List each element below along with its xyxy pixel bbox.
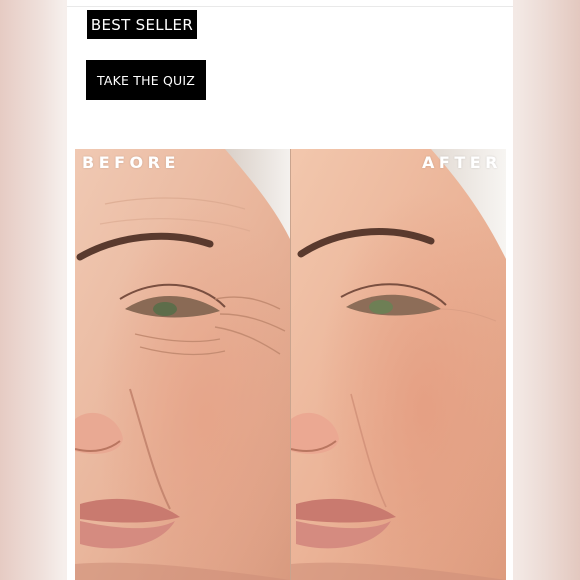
product-card: BEST SELLER TAKE THE QUIZ BEFORE AFTER [67,0,513,580]
after-photo: AFTER [291,149,506,580]
take-the-quiz-button[interactable]: TAKE THE QUIZ [86,60,206,100]
after-label: AFTER [422,153,502,172]
before-label: BEFORE [82,153,180,172]
best-seller-badge: BEST SELLER [87,10,197,39]
best-seller-label: BEST SELLER [90,15,194,34]
before-photo: BEFORE [75,149,290,580]
take-the-quiz-label: TAKE THE QUIZ [96,72,196,88]
after-face-illustration [291,149,506,580]
before-after-image: BEFORE AFTER [75,149,506,580]
top-divider [67,6,513,7]
before-face-illustration [75,149,290,580]
